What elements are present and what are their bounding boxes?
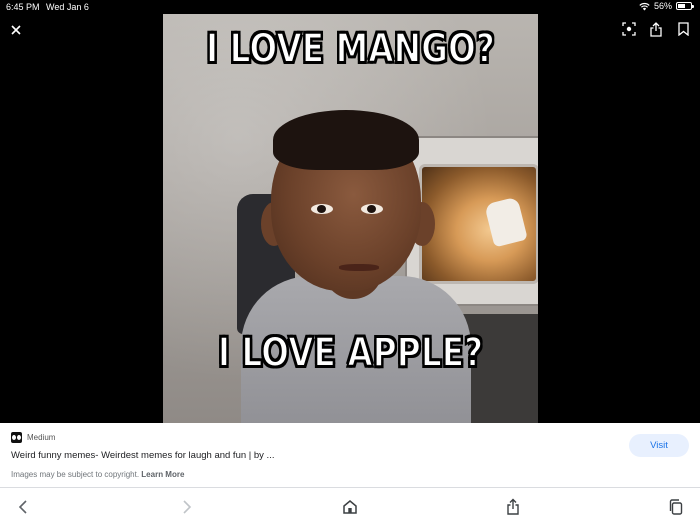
visit-button[interactable]: Visit [629, 434, 689, 457]
forward-icon[interactable] [178, 498, 194, 516]
status-date: Wed Jan 6 [46, 2, 89, 12]
back-icon[interactable] [16, 498, 32, 516]
kid-eye-left [311, 204, 333, 214]
image-title-link[interactable]: Weird funny memes- Weirdest memes for la… [11, 450, 274, 461]
source-name: Medium [27, 433, 56, 442]
share-icon[interactable] [650, 22, 664, 38]
lens-icon[interactable] [622, 22, 636, 38]
home-icon[interactable] [342, 498, 358, 516]
status-right: 56% [639, 1, 694, 11]
meme-top-caption: I LOVE MANGO? [205, 25, 496, 73]
copyright-notice: Images may be subject to copyright. Lear… [11, 470, 184, 479]
kid-mouth [339, 264, 379, 271]
wifi-icon [639, 2, 650, 10]
copyright-text: Images may be subject to copyright. [11, 470, 140, 479]
meme-bottom-caption: I LOVE APPLE? [217, 329, 484, 377]
learn-more-link[interactable]: Learn More [141, 470, 184, 479]
battery-icon [676, 2, 694, 10]
viewer-actions [622, 22, 692, 38]
battery-fill [678, 4, 685, 8]
meme-image[interactable]: I LOVE MANGO? I LOVE APPLE? [163, 14, 538, 423]
source-row[interactable]: Medium [11, 432, 55, 443]
bookmark-icon[interactable] [678, 22, 692, 38]
status-time: 6:45 PM [6, 2, 40, 12]
kid-eye-right [361, 204, 383, 214]
close-icon[interactable] [6, 20, 26, 40]
image-info-panel: Medium Weird funny memes- Weirdest memes… [0, 423, 700, 487]
status-bar: 6:45 PM Wed Jan 6 56% [0, 0, 700, 14]
kid-hair [273, 110, 419, 170]
share-icon[interactable] [505, 498, 521, 516]
medium-logo-icon [11, 432, 22, 443]
tabs-icon[interactable] [668, 498, 684, 516]
image-viewer: I LOVE MANGO? I LOVE APPLE? [0, 14, 700, 423]
battery-percent: 56% [653, 1, 672, 11]
bottom-toolbar [0, 487, 700, 525]
